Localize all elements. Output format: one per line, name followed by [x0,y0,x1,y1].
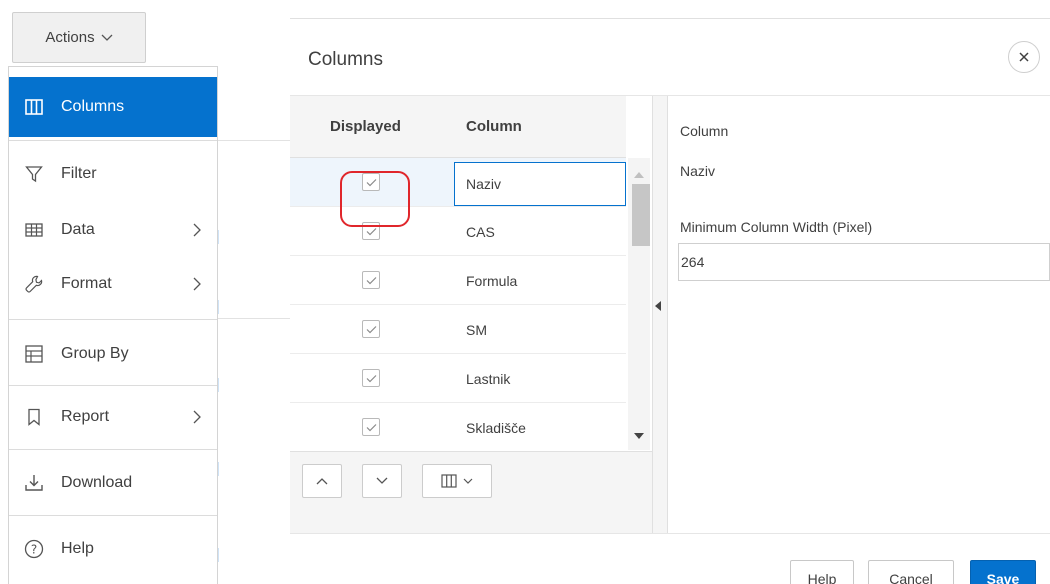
actions-button-label: Actions [45,29,95,46]
close-icon [1019,52,1029,62]
filter-icon [21,161,47,187]
table-row[interactable]: Skladišče [290,403,626,450]
header-displayed[interactable]: Displayed [330,118,401,135]
checkmark-icon [366,374,376,382]
min-width-label: Minimum Column Width (Pixel) [680,219,873,235]
collapse-left-icon[interactable] [655,301,661,311]
detail-column-value: Naziv [680,163,716,179]
grid-toolbar [290,451,652,533]
menu-separator [9,449,217,450]
table-row[interactable]: SM [290,305,626,354]
dialog-title: Columns [308,49,383,70]
dialog-footer-divider [290,533,1050,534]
grid-header: Displayed Column [290,96,626,158]
save-button[interactable]: Save [970,560,1036,584]
menu-separator [9,319,217,320]
grid-scrollbar-thumb[interactable] [632,184,650,246]
menu-separator [9,140,217,141]
background-divider [218,318,290,319]
detail-column-label: Column [680,123,729,139]
column-name-cell: Skladišče [466,420,526,436]
menu-separator [9,385,217,386]
menu-item-data[interactable]: Data [9,205,217,255]
columns-icon [21,94,47,120]
menu-item-label: Columns [61,98,125,115]
displayed-checkbox[interactable] [362,369,380,387]
move-up-button[interactable] [302,464,342,498]
table-row[interactable]: Lastnik [290,354,626,403]
chevron-down-icon [101,34,113,41]
chevron-right-icon [193,410,201,424]
help-circle-icon: ? [21,536,47,562]
menu-item-report[interactable]: Report [9,389,217,445]
group-by-icon [21,341,47,367]
menu-separator [9,515,217,516]
menu-item-filter[interactable]: Filter [9,149,217,199]
checkmark-icon [366,325,376,333]
background-divider [218,140,290,141]
checkmark-icon [366,227,376,235]
menu-item-label: Filter [61,165,97,182]
chevron-down-icon [463,478,473,484]
scroll-down-arrow-icon[interactable] [634,433,644,439]
column-name-cell: SM [466,322,487,338]
svg-text:?: ? [31,543,37,557]
menu-item-columns[interactable]: Columns [9,77,217,137]
column-name-cell: CAS [466,224,495,240]
menu-item-label: Download [61,474,133,491]
columns-menu-button[interactable] [422,464,492,498]
menu-item-label: Group By [61,345,129,362]
displayed-checkbox[interactable] [362,418,380,436]
table-row[interactable]: Formula [290,256,626,305]
displayed-checkbox[interactable] [362,320,380,338]
highlight-annotation [340,171,410,227]
menu-item-label: Format [61,275,112,292]
displayed-checkbox[interactable] [362,271,380,289]
bookmark-icon [21,404,47,430]
chevron-right-icon [193,277,201,291]
column-name-cell: Lastnik [466,371,511,387]
cancel-button[interactable]: Cancel [868,560,954,584]
download-icon [21,470,47,496]
min-width-input[interactable] [678,243,1050,281]
columns-icon [441,474,457,488]
scroll-up-arrow-icon[interactable] [634,172,644,178]
table-data-icon [21,217,47,243]
menu-item-label: Report [61,408,110,425]
menu-item-group-by[interactable]: Group By [9,327,217,381]
move-down-button[interactable] [362,464,402,498]
chevron-right-icon [193,223,201,237]
help-button[interactable]: Help [790,560,854,584]
wrench-icon [21,271,47,297]
chevron-down-icon [376,477,388,484]
header-column[interactable]: Column [466,118,522,135]
columns-grid-panel: Displayed Column Naziv CAS Formula SM La… [290,96,652,533]
menu-item-help[interactable]: ? Help [9,521,217,577]
actions-menu: Columns Filter Data Format Group By Repo… [8,66,218,584]
menu-item-label: Help [61,540,94,557]
menu-item-download[interactable]: Download [9,455,217,511]
menu-item-label: Data [61,221,95,238]
checkmark-icon [366,276,376,284]
panel-splitter[interactable] [652,96,668,533]
checkmark-icon [366,423,376,431]
column-name-cell: Formula [466,273,518,289]
dialog-close-button[interactable] [1008,41,1040,73]
actions-button[interactable]: Actions [12,12,146,63]
chevron-up-icon [316,478,328,485]
column-name-cell-active[interactable]: Naziv [454,162,626,206]
columns-dialog: Columns Displayed Column Naziv CAS Formu… [290,18,1050,584]
menu-item-format[interactable]: Format [9,259,217,309]
